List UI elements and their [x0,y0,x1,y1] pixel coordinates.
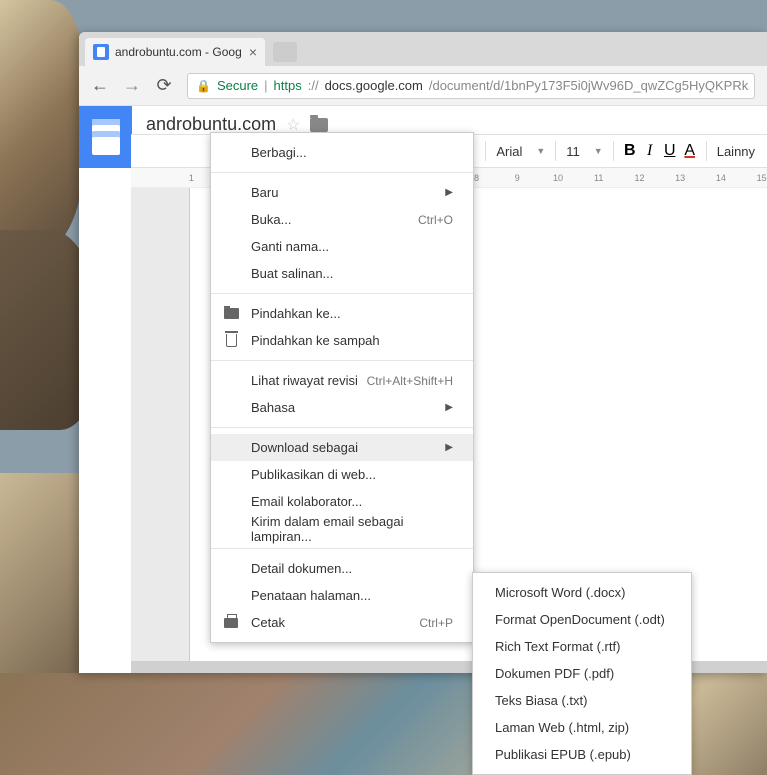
back-button[interactable]: ← [91,75,109,96]
menu-publish[interactable]: Publikasikan di web... [211,461,473,488]
download-html[interactable]: Laman Web (.html, zip) [473,714,691,741]
menu-rename[interactable]: Ganti nama... [211,233,473,260]
menu-page-setup[interactable]: Penataan halaman... [211,582,473,609]
menu-details[interactable]: Detail dokumen... [211,555,473,582]
trash-icon [223,333,239,349]
chevron-down-icon: ▼ [536,146,545,156]
more-button[interactable]: Lainny [713,144,759,159]
chevron-right-icon: ▶ [445,402,453,413]
tab-bar: androbuntu.com - Goog × [79,32,767,66]
download-odt[interactable]: Format OpenDocument (.odt) [473,606,691,633]
chevron-down-icon: ▼ [594,146,603,156]
menu-email-collab[interactable]: Email kolaborator... [211,488,473,515]
italic-button[interactable]: I [640,142,660,160]
browser-window: androbuntu.com - Goog × ← → ⟳ 🔒 Secure |… [79,32,767,673]
chevron-right-icon: ▶ [445,187,453,198]
browser-tab[interactable]: androbuntu.com - Goog × [85,38,265,66]
menu-revisions[interactable]: Lihat riwayat revisiCtrl+Alt+Shift+H [211,367,473,394]
text-color-button[interactable]: A [680,142,700,160]
underline-button[interactable]: U [660,142,680,160]
menu-trash[interactable]: Pindahkan ke sampah [211,327,473,354]
docs-logo-icon[interactable] [79,106,132,168]
url-input[interactable]: 🔒 Secure | https://docs.google.com/docum… [187,73,755,99]
download-epub[interactable]: Publikasi EPUB (.epub) [473,741,691,768]
menu-print[interactable]: CetakCtrl+P [211,609,473,636]
close-icon[interactable]: × [249,44,257,60]
url-host: docs.google.com [325,78,423,93]
docs-favicon-icon [93,44,109,60]
lock-icon: 🔒 [196,79,211,93]
menu-open[interactable]: Buka...Ctrl+O [211,206,473,233]
bold-button[interactable]: B [620,142,640,160]
printer-icon [223,615,239,631]
menu-email-attach[interactable]: Kirim dalam email sebagai lampiran... [211,515,473,542]
download-txt[interactable]: Teks Biasa (.txt) [473,687,691,714]
file-dropdown-menu: Berbagi... Baru▶ Buka...Ctrl+O Ganti nam… [210,132,474,643]
tab-title: androbuntu.com - Goog [115,45,242,59]
font-size-selector[interactable]: 11▼ [562,144,606,159]
font-selector[interactable]: Arial▼ [492,144,549,159]
address-bar: ← → ⟳ 🔒 Secure | https://docs.google.com… [79,66,767,106]
menu-share[interactable]: Berbagi... [211,139,473,166]
download-pdf[interactable]: Dokumen PDF (.pdf) [473,660,691,687]
secure-label: Secure [217,78,258,93]
menu-language[interactable]: Bahasa▶ [211,394,473,421]
menu-new[interactable]: Baru▶ [211,179,473,206]
menu-move-to[interactable]: Pindahkan ke... [211,300,473,327]
menu-download-as[interactable]: Download sebagai▶ [211,434,473,461]
new-tab-button[interactable] [273,42,297,62]
menu-copy[interactable]: Buat salinan... [211,260,473,287]
url-scheme: https [274,78,302,93]
chevron-right-icon: ▶ [445,442,453,453]
folder-icon[interactable] [310,118,328,132]
forward-button[interactable]: → [123,75,141,96]
folder-icon [223,306,239,322]
url-path: /document/d/1bnPy173F5i0jWv96D_qwZCg5HyQ… [429,78,748,93]
reload-button[interactable]: ⟳ [155,75,173,96]
download-docx[interactable]: Microsoft Word (.docx) [473,579,691,606]
download-rtf[interactable]: Rich Text Format (.rtf) [473,633,691,660]
download-submenu: Microsoft Word (.docx) Format OpenDocume… [472,572,692,775]
